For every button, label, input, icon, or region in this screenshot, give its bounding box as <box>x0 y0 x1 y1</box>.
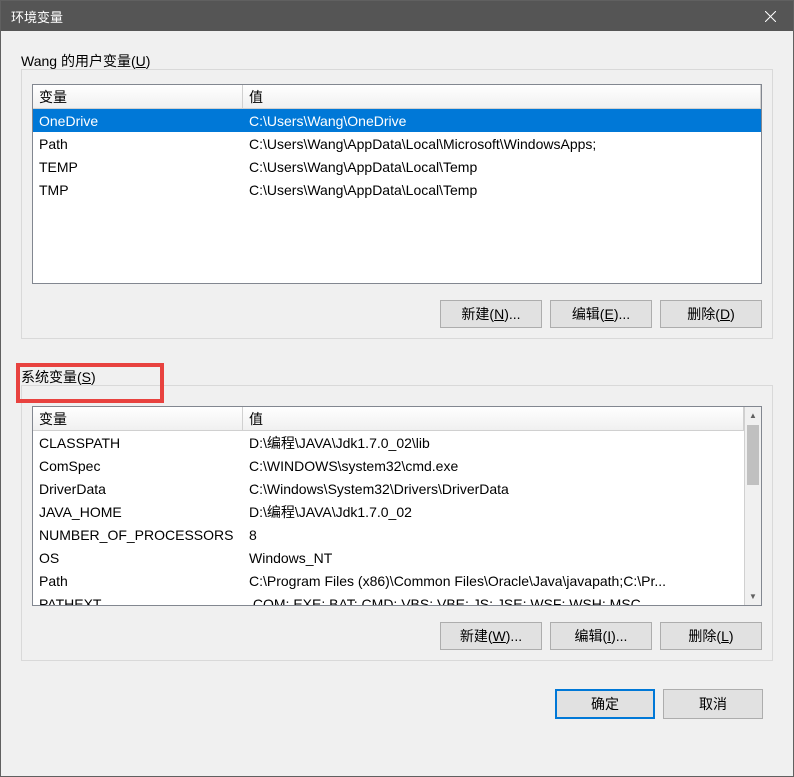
var-name-cell: DriverData <box>33 480 243 498</box>
system-group-box: 变量 值 CLASSPATHD:\编程\JAVA\Jdk1.7.0_02\lib… <box>21 385 773 661</box>
system-new-button[interactable]: 新建(W)... <box>440 622 542 650</box>
var-value-cell: D:\编程\JAVA\Jdk1.7.0_02 <box>243 501 744 523</box>
table-row[interactable]: OneDriveC:\Users\Wang\OneDrive <box>33 109 761 132</box>
var-value-cell: C:\Users\Wang\AppData\Local\Microsoft\Wi… <box>243 135 761 153</box>
var-name-cell: Path <box>33 572 243 590</box>
table-row[interactable]: PathC:\Program Files (x86)\Common Files\… <box>33 569 744 592</box>
dialog-content: Wang 的用户变量(U) 变量 值 OneDriveC:\Users\Wang… <box>1 31 793 776</box>
table-row[interactable]: PathC:\Users\Wang\AppData\Local\Microsof… <box>33 132 761 155</box>
scroll-down-arrow-icon[interactable]: ▼ <box>745 588 761 605</box>
user-header-value[interactable]: 值 <box>243 85 761 108</box>
user-table-header: 变量 值 <box>33 85 761 109</box>
system-vars-label: 系统变量(S) <box>21 367 773 387</box>
table-row[interactable]: OSWindows_NT <box>33 546 744 569</box>
var-name-cell: OS <box>33 549 243 567</box>
close-button[interactable] <box>748 1 793 31</box>
window-title: 环境变量 <box>11 7 63 26</box>
table-row[interactable]: DriverDataC:\Windows\System32\Drivers\Dr… <box>33 477 744 500</box>
user-label-key: U <box>136 53 146 69</box>
system-table-body: CLASSPATHD:\编程\JAVA\Jdk1.7.0_02\libComSp… <box>33 431 744 605</box>
var-value-cell: C:\Program Files (x86)\Common Files\Orac… <box>243 572 744 590</box>
user-button-row: 新建(N)... 编辑(E)... 删除(D) <box>32 300 762 328</box>
table-row[interactable]: NUMBER_OF_PROCESSORS8 <box>33 523 744 546</box>
scrollbar-thumb[interactable] <box>747 425 759 485</box>
var-name-cell: Path <box>33 135 243 153</box>
table-row[interactable]: TEMPC:\Users\Wang\AppData\Local\Temp <box>33 155 761 178</box>
table-row[interactable]: PATHEXT.COM;.EXE;.BAT;.CMD;.VBS;.VBE;.JS… <box>33 592 744 605</box>
var-name-cell: CLASSPATH <box>33 434 243 452</box>
user-new-button[interactable]: 新建(N)... <box>440 300 542 328</box>
env-vars-window: 环境变量 Wang 的用户变量(U) 变量 值 OneDriveC:\Users… <box>0 0 794 777</box>
var-value-cell: C:\Users\Wang\OneDrive <box>243 112 761 130</box>
table-row[interactable]: ComSpecC:\WINDOWS\system32\cmd.exe <box>33 454 744 477</box>
user-edit-button[interactable]: 编辑(E)... <box>550 300 652 328</box>
user-label-suffix: ) <box>146 53 151 69</box>
system-header-value[interactable]: 值 <box>243 407 744 430</box>
cancel-button[interactable]: 取消 <box>663 689 763 719</box>
system-scrollbar[interactable]: ▲ ▼ <box>744 407 761 605</box>
var-name-cell: NUMBER_OF_PROCESSORS <box>33 526 243 544</box>
scroll-up-arrow-icon[interactable]: ▲ <box>745 407 761 424</box>
system-edit-button[interactable]: 编辑(I)... <box>550 622 652 650</box>
user-vars-table[interactable]: 变量 值 OneDriveC:\Users\Wang\OneDrivePathC… <box>32 84 762 284</box>
var-value-cell: C:\Users\Wang\AppData\Local\Temp <box>243 181 761 199</box>
user-group-box: 变量 值 OneDriveC:\Users\Wang\OneDrivePathC… <box>21 69 773 339</box>
var-name-cell: TMP <box>33 181 243 199</box>
var-value-cell: C:\Users\Wang\AppData\Local\Temp <box>243 158 761 176</box>
user-label-prefix: Wang 的用户变量( <box>21 53 136 69</box>
var-value-cell: .COM;.EXE;.BAT;.CMD;.VBS;.VBE;.JS;.JSE;.… <box>243 595 744 606</box>
system-vars-table[interactable]: 变量 值 CLASSPATHD:\编程\JAVA\Jdk1.7.0_02\lib… <box>32 406 762 606</box>
system-header-name[interactable]: 变量 <box>33 407 243 430</box>
close-icon <box>765 11 776 22</box>
var-name-cell: ComSpec <box>33 457 243 475</box>
var-name-cell: TEMP <box>33 158 243 176</box>
table-row[interactable]: TMPC:\Users\Wang\AppData\Local\Temp <box>33 178 761 201</box>
var-value-cell: C:\Windows\System32\Drivers\DriverData <box>243 480 744 498</box>
user-header-name[interactable]: 变量 <box>33 85 243 108</box>
titlebar: 环境变量 <box>1 1 793 31</box>
system-table-header: 变量 值 <box>33 407 744 431</box>
table-row[interactable]: JAVA_HOMED:\编程\JAVA\Jdk1.7.0_02 <box>33 500 744 523</box>
system-label-key: S <box>82 369 91 385</box>
system-button-row: 新建(W)... 编辑(I)... 删除(L) <box>32 622 762 650</box>
system-delete-button[interactable]: 删除(L) <box>660 622 762 650</box>
var-name-cell: PATHEXT <box>33 595 243 606</box>
system-label-prefix: 系统变量( <box>21 369 82 385</box>
var-name-cell: OneDrive <box>33 112 243 130</box>
user-vars-section: Wang 的用户变量(U) 变量 值 OneDriveC:\Users\Wang… <box>21 51 773 339</box>
table-row[interactable]: CLASSPATHD:\编程\JAVA\Jdk1.7.0_02\lib <box>33 431 744 454</box>
user-delete-button[interactable]: 删除(D) <box>660 300 762 328</box>
system-vars-section: 系统变量(S) 变量 值 CLASSPATHD:\编程\JAVA\Jdk1.7.… <box>21 367 773 661</box>
system-label-suffix: ) <box>91 369 96 385</box>
ok-button[interactable]: 确定 <box>555 689 655 719</box>
var-value-cell: Windows_NT <box>243 549 744 567</box>
dialog-bottom-buttons: 确定 取消 <box>21 689 773 719</box>
user-table-body: OneDriveC:\Users\Wang\OneDrivePathC:\Use… <box>33 109 761 201</box>
var-name-cell: JAVA_HOME <box>33 503 243 521</box>
var-value-cell: C:\WINDOWS\system32\cmd.exe <box>243 457 744 475</box>
var-value-cell: 8 <box>243 526 744 544</box>
var-value-cell: D:\编程\JAVA\Jdk1.7.0_02\lib <box>243 432 744 454</box>
user-vars-label: Wang 的用户变量(U) <box>21 51 773 71</box>
